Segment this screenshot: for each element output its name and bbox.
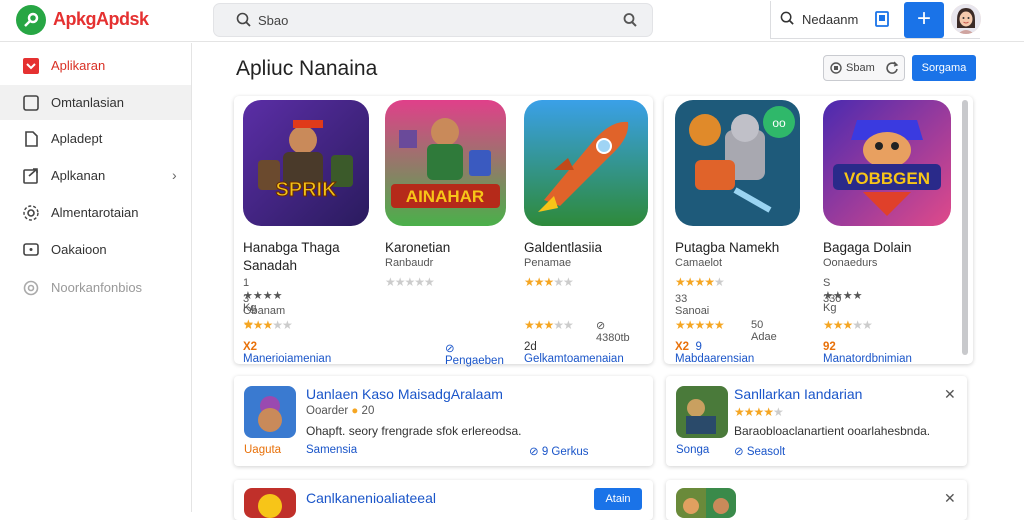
square-icon <box>22 94 40 112</box>
sidebar-item-entertainment[interactable]: Almentarotaian <box>0 195 191 230</box>
right-search-label[interactable]: Nedaanm <box>802 12 858 27</box>
card-action-button[interactable]: Atain <box>594 488 642 510</box>
card-title[interactable]: Sanllarkan Iandarian <box>734 386 862 402</box>
card-link[interactable]: Samensia <box>306 444 357 456</box>
search-icon <box>236 12 252 33</box>
gear-icon <box>22 204 40 222</box>
document-icon <box>22 130 40 148</box>
card-title[interactable]: Uanlaen Kaso MaisadgAralaam <box>306 386 503 402</box>
app-bottom: 2d Gelkamtoamenaian <box>524 341 624 365</box>
app-logo-text: ApkgApdsk <box>53 9 149 29</box>
avatar[interactable] <box>951 4 981 34</box>
sidebar-item-notifications[interactable]: Noorkanfonbios <box>0 270 191 305</box>
sidebar-item-apps-alt[interactable]: Apladept <box>0 121 191 156</box>
card-meta: Ooarder ● 20 <box>306 405 375 417</box>
app-stars: ★★★★★ <box>243 318 293 332</box>
scrollbar[interactable] <box>962 100 968 355</box>
external-icon <box>22 167 40 185</box>
app-stars: ★★★★★ <box>675 275 725 289</box>
app-stars: ★★★★★ <box>524 275 574 289</box>
card-link-extra[interactable]: ⊘ 9 Gerkus <box>529 444 589 458</box>
top-bar: ApkgApdsk Sbao Nedaanm + <box>0 0 1024 42</box>
sidebar-item-label: Noorkanfonbios <box>51 280 143 295</box>
sidebar-item-options[interactable]: Oakaioon <box>0 232 191 267</box>
app-rating-text: 330 <box>823 293 842 305</box>
app-name: Galdentlasiia <box>524 240 603 255</box>
card-title[interactable]: Canlkanenioaliateeal <box>306 490 436 506</box>
card-tag: Uaguta <box>244 444 282 456</box>
app-bottom: ⊘ Pengaeben <box>445 343 504 367</box>
app-icon-image: SPRIK <box>243 100 369 226</box>
app-icon-image: AINAHAR <box>385 100 506 226</box>
sidebar-item-more[interactable]: Aplkanan › <box>0 158 191 193</box>
app-bottom: X2 Manerioiamenian <box>243 341 332 365</box>
card-thumbnail <box>676 386 728 438</box>
app-icon-image: oo <box>675 100 800 226</box>
sidebar-item-label: Almentarotaian <box>51 205 139 220</box>
filter-icon <box>830 62 842 77</box>
app-developer: Oonaedurs <box>823 257 878 269</box>
svg-text:AINAHAR: AINAHAR <box>406 187 484 206</box>
promo-card[interactable]: Sanllarkan Iandarian ★★★★★ Baraobloaclan… <box>666 376 967 466</box>
card-thumbnail <box>244 386 296 438</box>
app-bottom: X2 9 Mabdaarensian <box>675 341 755 365</box>
app-logo-icon[interactable] <box>16 5 46 35</box>
search-bar[interactable]: Sbao <box>213 3 653 37</box>
app-bottom: 92 Manatordbnimian <box>823 341 912 365</box>
svg-text:SPRIK: SPRIK <box>275 179 337 201</box>
promo-card[interactable]: Uanlaen Kaso MaisadgAralaam Ooarder ● 20… <box>234 376 653 466</box>
app-rating-text: 33 Sanoai <box>675 293 710 317</box>
download-icon <box>22 57 40 75</box>
sidebar-item-label: Aplkanan <box>51 168 106 183</box>
sidebar: Aplikaran Omtanlasian Apladept Aplkanan … <box>0 43 192 512</box>
svg-text:oo: oo <box>772 116 786 130</box>
card-description: Ohapft. seory frengrade sfok erlereodsa. <box>306 424 522 438</box>
app-stars: ★★★★★ <box>823 318 873 332</box>
sidebar-item-apps[interactable]: Aplikaran <box>0 48 191 83</box>
add-button[interactable]: + <box>904 2 944 38</box>
search-input[interactable]: Sbao <box>258 13 288 28</box>
filter-label: Sbam <box>846 62 875 74</box>
app-icon-image <box>524 100 648 226</box>
document-icon[interactable] <box>875 11 889 32</box>
card-thumbnail <box>244 488 296 518</box>
top-right-group: Nedaanm + <box>770 1 981 39</box>
sidebar-item-label: Omtanlasian <box>51 95 124 110</box>
search-settings-icon[interactable] <box>622 12 638 33</box>
sidebar-item-label: Oakaioon <box>51 242 107 257</box>
app-icon-image: VOBBGEN <box>823 100 951 226</box>
app-developer: Penamae <box>524 257 572 269</box>
app-name: Karonetian <box>385 240 451 255</box>
app-name: Bagaga Dolain <box>823 240 912 255</box>
svg-text:VOBBGEN: VOBBGEN <box>844 169 930 188</box>
app-developer: Ranbaudr <box>385 257 434 269</box>
primary-button[interactable]: Sorgama <box>912 55 976 81</box>
close-icon[interactable]: ✕ <box>944 490 956 507</box>
refresh-icon <box>885 61 899 78</box>
sidebar-item-label: Apladept <box>51 131 103 146</box>
settings-icon <box>22 279 40 297</box>
sidebar-item-categories[interactable]: Omtanlasian <box>0 85 191 120</box>
close-icon[interactable]: ✕ <box>944 386 956 403</box>
app-meta: 50 Adae <box>751 319 777 343</box>
app-name: Putagba Namekh <box>675 240 780 255</box>
card-thumbnail <box>676 488 736 518</box>
promo-card[interactable]: Canlkanenioaliateeal Atain <box>234 480 653 520</box>
card-description: Baraobloaclanartient ooarlahesbnda. <box>734 424 931 438</box>
app-name: Hanabga Thaga Sanadah <box>243 240 340 273</box>
promo-card[interactable]: ✕ <box>666 480 967 520</box>
card-stars: ★★★★★ <box>734 405 784 419</box>
page-title: Apliuc Nanaina <box>236 57 378 80</box>
app-stars: ★★★★★ <box>385 275 435 289</box>
app-stars: ★★★★★ <box>524 318 574 332</box>
search-icon[interactable] <box>780 11 795 31</box>
chat-icon <box>22 241 40 259</box>
card-link[interactable]: ⊘ Seasolt <box>734 444 785 458</box>
filter-button[interactable]: Sbam <box>823 55 905 81</box>
app-stars: ★★★★★ <box>675 318 725 332</box>
card-tag: Songa <box>676 444 710 456</box>
app-developer: Camaelot <box>675 257 723 269</box>
chevron-right-icon: › <box>172 167 177 183</box>
sidebar-item-label: Aplikaran <box>51 58 106 73</box>
